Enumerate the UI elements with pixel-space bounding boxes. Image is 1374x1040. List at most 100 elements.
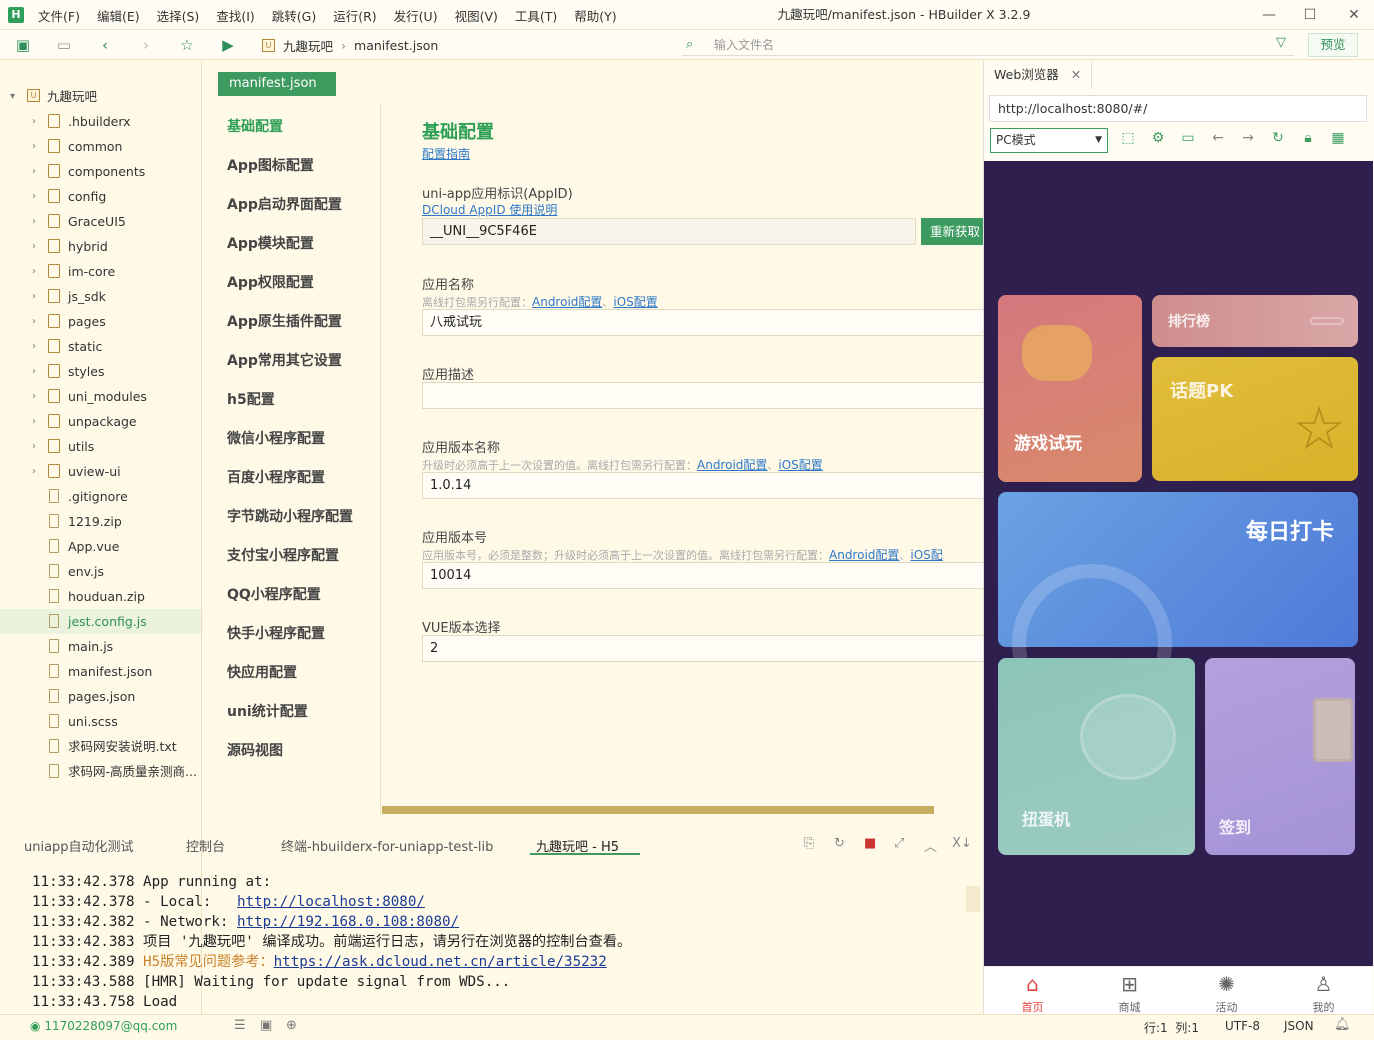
tree-file[interactable]: houduan.zip [0, 584, 201, 609]
list-icon[interactable]: ☰ [234, 1018, 246, 1033]
tree-folder[interactable]: › GraceUI5 [0, 209, 201, 234]
config-nav-item[interactable]: uni统计配置 [227, 701, 308, 721]
breadcrumb-project[interactable]: 九趣玩吧 [283, 36, 333, 55]
version-code-input[interactable]: 10014 [422, 562, 1022, 589]
open-external-icon[interactable]: ⎘ [804, 836, 814, 851]
tree-file[interactable]: jest.config.js [0, 609, 201, 634]
forward-icon[interactable]: → [1237, 130, 1259, 146]
config-nav-item[interactable]: 支付宝小程序配置 [227, 545, 339, 565]
tree-folder[interactable]: › uview-ui [0, 459, 201, 484]
appid-help-link[interactable]: DCloud AppID 使用说明 [422, 201, 557, 218]
preview-button[interactable]: 预览 [1308, 33, 1358, 57]
version-name-input[interactable]: 1.0.14 [422, 472, 1022, 499]
breadcrumb-file[interactable]: manifest.json [354, 38, 438, 53]
back-icon[interactable]: ← [1207, 130, 1229, 146]
browser-tab[interactable]: Web浏览器 ✕ [984, 61, 1092, 89]
new-file-icon[interactable]: ▣ [12, 34, 34, 56]
tree-folder[interactable]: › im-core [0, 259, 201, 284]
config-nav-item[interactable]: 快手小程序配置 [227, 623, 325, 643]
menu-select[interactable]: 选择(S) [157, 6, 200, 25]
lock-icon[interactable]: 🔒︎ [1297, 130, 1319, 146]
tree-folder[interactable]: › common [0, 134, 201, 159]
log-link[interactable]: http://localhost:8080/ [237, 894, 425, 910]
menu-file[interactable]: 文件(F) [38, 6, 80, 25]
minimize-icon[interactable]: — [1246, 0, 1292, 30]
cursor-position[interactable]: 行:1 列:1 [1144, 1019, 1199, 1036]
card-daily-checkin[interactable]: 每日打卡 [998, 492, 1358, 724]
tree-folder[interactable]: › static [0, 334, 201, 359]
config-nav-item[interactable]: 百度小程序配置 [227, 467, 325, 487]
browser-url-input[interactable]: http://localhost:8080/#/ [989, 95, 1367, 122]
chevron-up-icon[interactable]: ︿ [924, 836, 937, 855]
tabbar-activity[interactable]: ✺ 活动 [1178, 967, 1275, 1015]
tree-folder[interactable]: › .hbuilderx [0, 109, 201, 134]
version-code-ios-link[interactable]: iOS配 [910, 548, 942, 562]
tree-folder[interactable]: › pages [0, 309, 201, 334]
tree-file[interactable]: uni.scss [0, 709, 201, 734]
filter-icon[interactable]: ▽ [1276, 35, 1286, 50]
tree-file[interactable]: env.js [0, 559, 201, 584]
log-link[interactable]: https://ask.dcloud.net.cn/article/35232 [274, 954, 607, 970]
tree-file[interactable]: pages.json [0, 684, 201, 709]
close-tab-icon[interactable]: ✕ [1071, 67, 1081, 82]
terminal-icon[interactable]: ▣ [260, 1018, 272, 1033]
save-icon[interactable]: ▭ [53, 34, 75, 56]
forward-icon[interactable]: › [135, 34, 157, 56]
version-name-ios-link[interactable]: iOS配置 [778, 458, 822, 472]
run-icon[interactable]: ▶ [217, 34, 239, 56]
gear-icon[interactable]: ⚙ [1147, 130, 1169, 146]
menu-find[interactable]: 查找(I) [216, 6, 254, 25]
back-icon[interactable]: ‹ [94, 34, 116, 56]
tree-folder[interactable]: › js_sdk [0, 284, 201, 309]
config-nav-item[interactable]: QQ小程序配置 [227, 584, 321, 604]
devtools-icon[interactable]: ▭ [1177, 130, 1199, 146]
tree-project-root[interactable]: ▾ U 九趣玩吧 [0, 84, 201, 109]
config-nav-item[interactable]: h5配置 [227, 389, 275, 409]
screenshot-icon[interactable]: ⬚ [1117, 130, 1139, 146]
tree-file[interactable]: 1219.zip [0, 509, 201, 534]
close-window-icon[interactable]: ✕ [1331, 0, 1374, 30]
tabbar-mall[interactable]: ⊞ 商城 [1081, 967, 1178, 1015]
config-nav-item[interactable]: 微信小程序配置 [227, 428, 325, 448]
menu-publish[interactable]: 发行(U) [394, 6, 438, 25]
restart-icon[interactable]: ↻ [834, 836, 845, 851]
editor-tab-manifest[interactable]: manifest.json [218, 72, 336, 96]
tree-file[interactable]: 求码网安装说明.txt [0, 734, 201, 759]
config-nav-item[interactable]: App权限配置 [227, 272, 314, 292]
config-nav-item[interactable]: App图标配置 [227, 155, 314, 175]
card-topic-pk[interactable]: 话题PK ☆ [1152, 357, 1358, 481]
log-link[interactable]: http://192.168.0.108:8080/ [237, 914, 459, 930]
card-rank[interactable]: 排行榜 [1152, 295, 1358, 347]
tree-folder[interactable]: › styles [0, 359, 201, 384]
tree-folder[interactable]: › hybrid [0, 234, 201, 259]
config-guide-link[interactable]: 配置指南 [422, 145, 470, 162]
tree-file[interactable]: 求码网-高质量亲测商... [0, 759, 201, 784]
refresh-icon[interactable]: ↻ [1267, 130, 1289, 146]
app-name-input[interactable]: 八戒试玩 [422, 309, 1022, 336]
config-nav-item[interactable]: App启动界面配置 [227, 194, 342, 214]
app-desc-input[interactable] [422, 382, 1022, 409]
bell-icon[interactable]: 🔔︎ [1334, 1017, 1351, 1032]
language-status[interactable]: JSON [1284, 1019, 1314, 1033]
version-code-android-link[interactable]: Android配置 [829, 548, 899, 562]
menu-edit[interactable]: 编辑(E) [97, 6, 140, 25]
tree-file[interactable]: manifest.json [0, 659, 201, 684]
menu-tools[interactable]: 工具(T) [515, 6, 557, 25]
tree-folder[interactable]: › utils [0, 434, 201, 459]
config-nav-item[interactable]: 快应用配置 [227, 662, 297, 682]
config-nav-item[interactable]: 字节跳动小程序配置 [227, 506, 353, 526]
horizontal-scrollbar[interactable] [382, 806, 934, 814]
tree-file[interactable]: App.vue [0, 534, 201, 559]
vue-version-select[interactable]: 2 [422, 635, 1022, 662]
app-name-ios-link[interactable]: iOS配置 [613, 295, 657, 309]
account-status[interactable]: ◉ 1170228097@qq.com [30, 1019, 177, 1033]
maximize-panel-icon[interactable]: ⤢ [894, 836, 904, 851]
tab-console[interactable]: 控制台 [186, 836, 225, 855]
card-gacha[interactable]: 扭蛋机 [998, 658, 1195, 855]
globe-icon[interactable]: ⊕ [286, 1018, 297, 1033]
tab-terminal[interactable]: 终端-hbuilderx-for-uniapp-test-lib [281, 836, 493, 855]
menu-help[interactable]: 帮助(Y) [574, 6, 616, 25]
maximize-icon[interactable]: ☐ [1287, 0, 1333, 30]
tab-uniapp-autotest[interactable]: uniapp自动化测试 [24, 836, 134, 855]
card-sign-in[interactable]: 签到 [1205, 658, 1355, 855]
